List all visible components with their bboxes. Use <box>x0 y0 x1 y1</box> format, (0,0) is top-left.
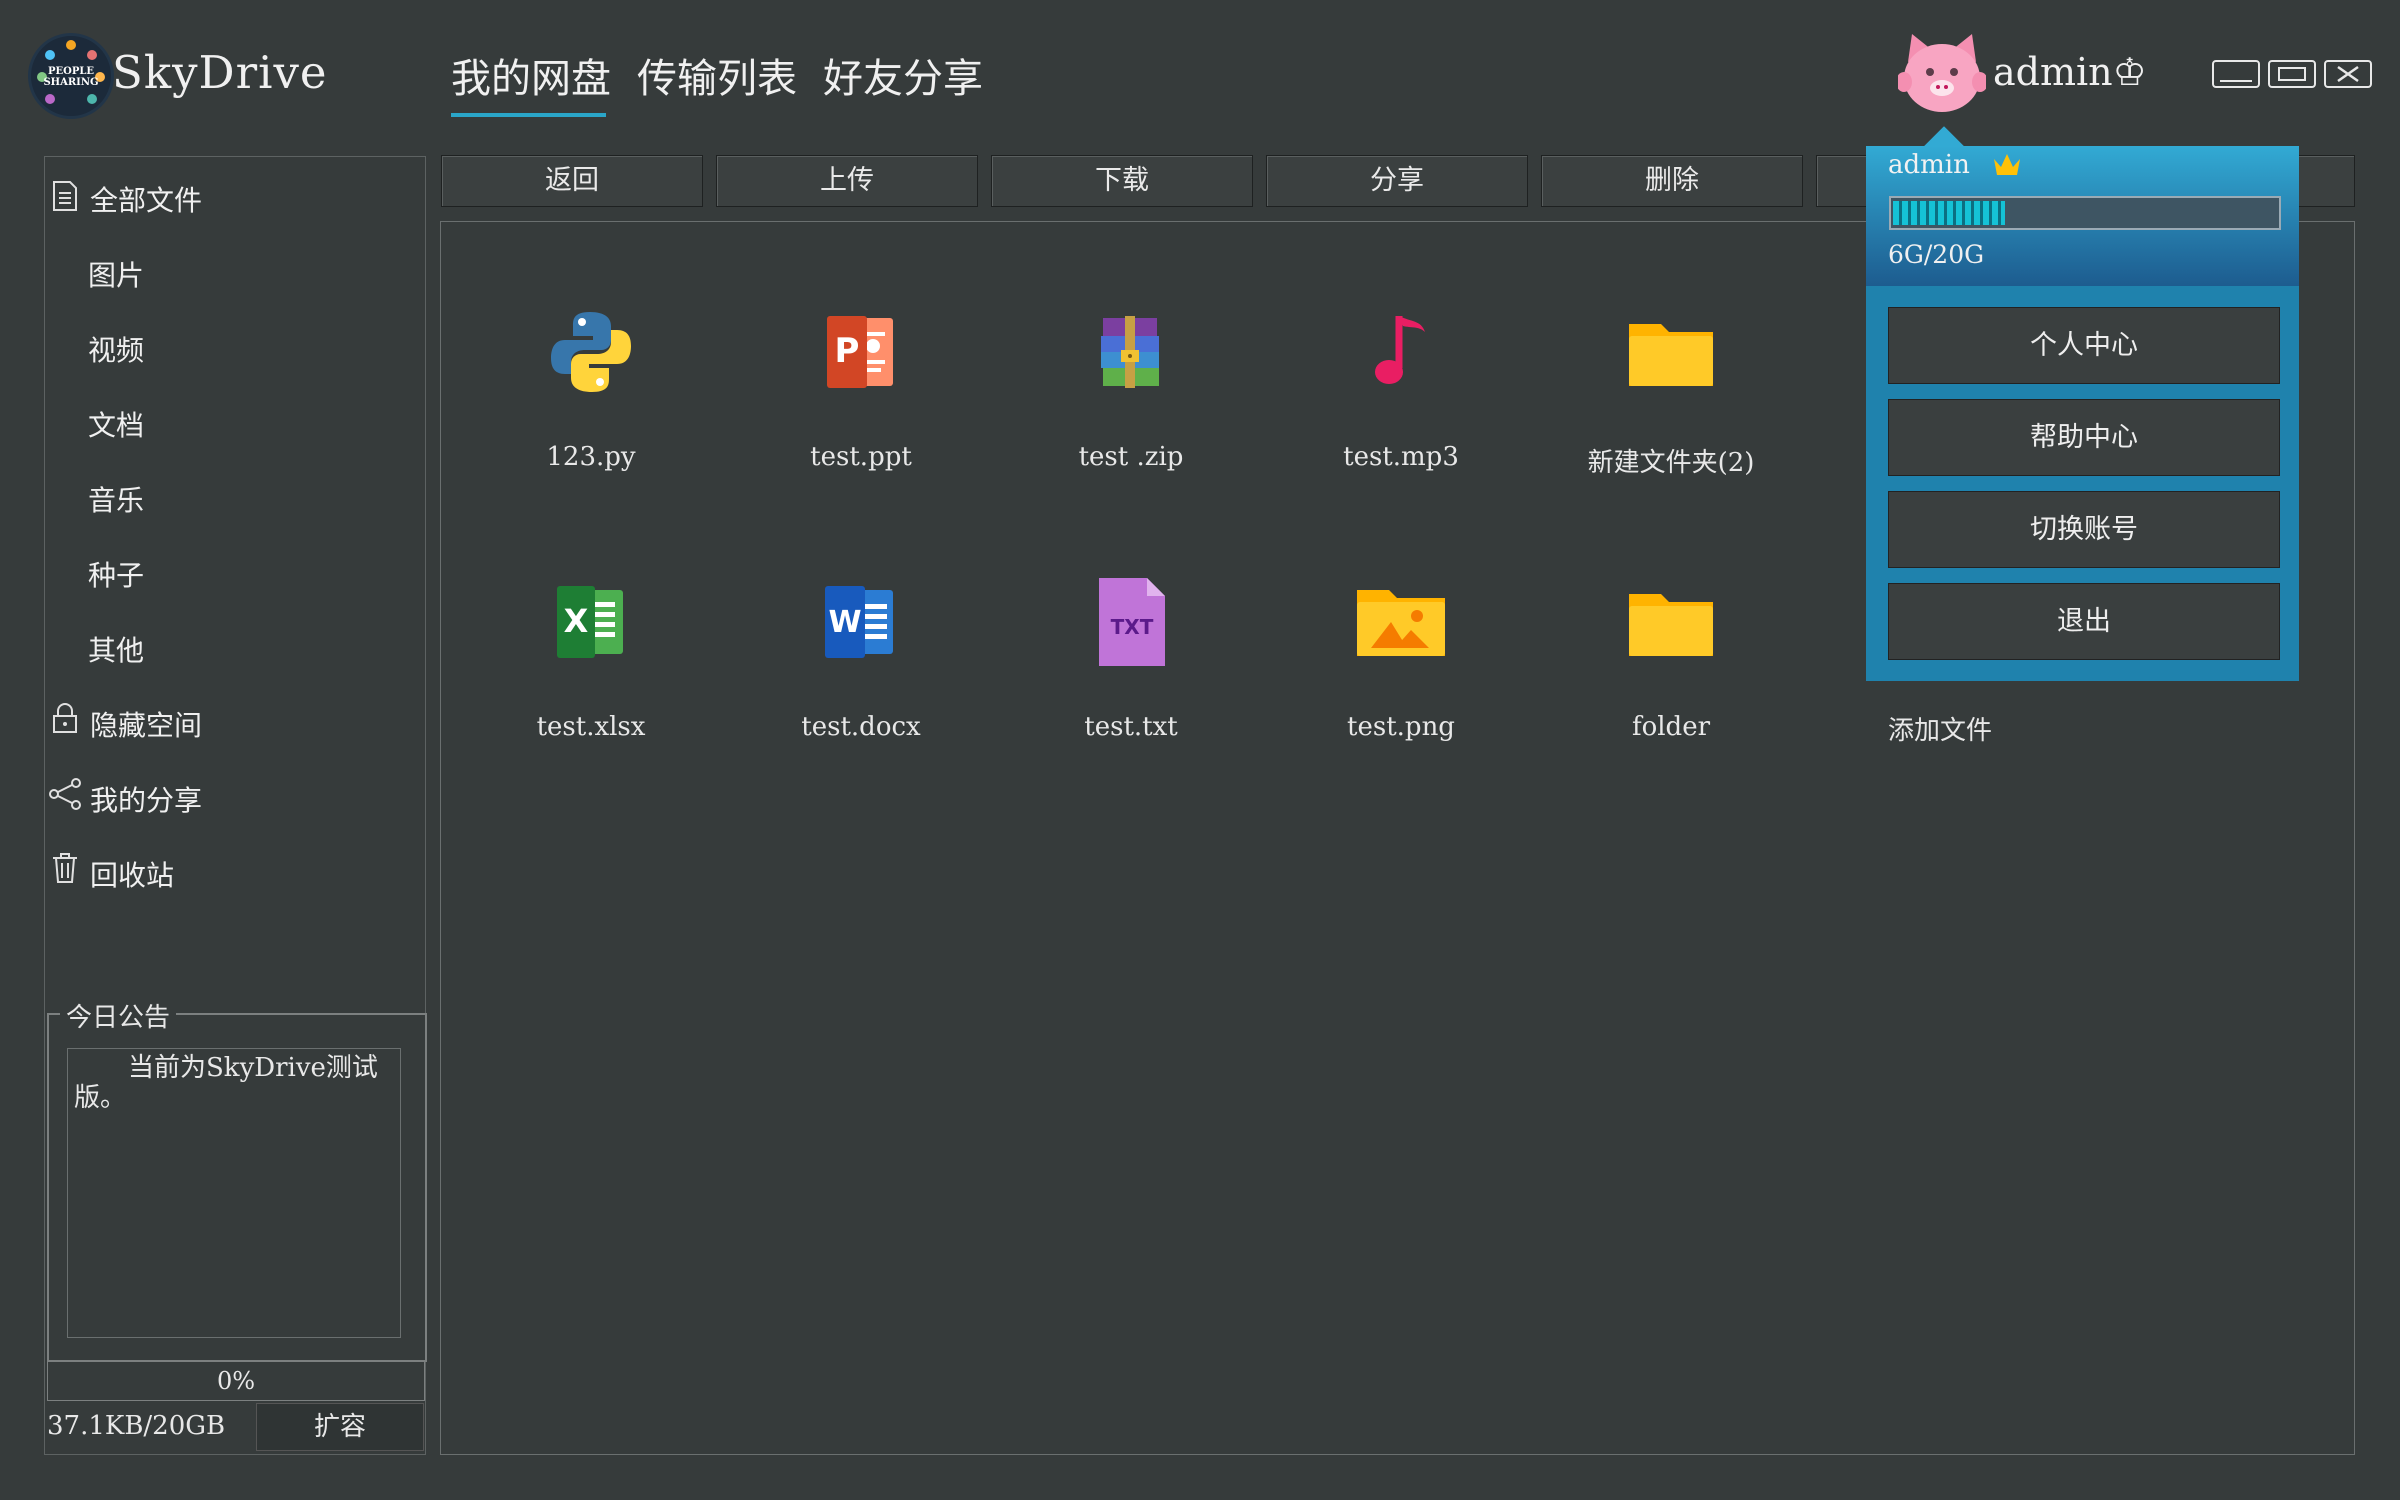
back-button[interactable]: 返回 <box>441 155 703 207</box>
share-button[interactable]: 分享 <box>1266 155 1528 207</box>
file-name: test.xlsx <box>536 712 646 742</box>
file-name: test .zip <box>1078 442 1184 472</box>
file-name: test.png <box>1347 712 1455 742</box>
document-icon <box>53 181 77 211</box>
file-item[interactable]: TXT test.txt <box>1011 572 1251 742</box>
close-icon <box>2337 65 2359 83</box>
add-file-button[interactable]: 添加文件 <box>1888 710 1992 747</box>
storage-used-label: 37.1KB/20GB <box>47 1411 226 1441</box>
svg-text:W: W <box>828 605 861 640</box>
maximize-button[interactable] <box>2268 60 2316 88</box>
logo-text-line1: PEOPLE <box>47 66 95 77</box>
txt-file-icon: TXT <box>1099 578 1165 666</box>
help-center-button[interactable]: 帮助中心 <box>1888 399 2280 476</box>
file-item[interactable]: test.png <box>1281 572 1521 742</box>
svg-text:P: P <box>835 331 860 371</box>
svg-text:X: X <box>564 602 589 640</box>
sidebar-item-recycle-bin[interactable]: 回收站 <box>90 854 174 894</box>
powerpoint-icon: P <box>827 316 893 388</box>
sidebar-item-all-files[interactable]: 全部文件 <box>90 179 202 219</box>
file-name: test.ppt <box>810 442 912 472</box>
sidebar-item-documents[interactable]: 文档 <box>88 404 144 444</box>
app-logo: PEOPLE SHARING <box>28 33 114 119</box>
python-icon <box>551 312 631 392</box>
file-item[interactable]: W test.docx <box>741 572 981 742</box>
profile-center-button[interactable]: 个人中心 <box>1888 307 2280 384</box>
file-item[interactable]: 新建文件夹(2) <box>1551 302 1791 479</box>
minimize-button[interactable] <box>2212 60 2260 88</box>
music-note-icon <box>1375 316 1425 384</box>
tab-friend-share[interactable]: 好友分享 <box>823 46 983 104</box>
dropdown-username: admin <box>1888 150 2022 180</box>
quota-percent: 0% <box>216 1367 256 1395</box>
notice-title: 今日公告 <box>60 997 177 1034</box>
download-button[interactable]: 下载 <box>991 155 1253 207</box>
close-button[interactable] <box>2324 60 2372 88</box>
sidebar-item-my-shares[interactable]: 我的分享 <box>90 779 202 819</box>
file-name: test.mp3 <box>1343 442 1459 472</box>
avatar[interactable] <box>1898 32 1986 116</box>
logo-text-line2: SHARING <box>43 77 99 88</box>
username[interactable]: admin♔ <box>1993 50 2147 94</box>
file-item[interactable]: test.mp3 <box>1281 302 1521 472</box>
folder-icon <box>1629 324 1713 386</box>
logout-button[interactable]: 退出 <box>1888 583 2280 660</box>
dropdown-username-text: admin <box>1888 150 1970 180</box>
maximize-icon <box>2278 67 2306 81</box>
tab-transfer-list[interactable]: 传输列表 <box>637 46 797 104</box>
file-item[interactable]: P test.ppt <box>741 302 981 472</box>
storage-progress-fill <box>1893 201 2006 225</box>
sidebar-item-images[interactable]: 图片 <box>88 254 144 294</box>
file-item[interactable]: 123.py <box>471 302 711 472</box>
file-item[interactable]: test .zip <box>1011 302 1251 472</box>
file-item[interactable]: folder <box>1551 572 1791 742</box>
storage-progress-bar <box>1889 196 2281 230</box>
lock-icon <box>53 703 77 733</box>
switch-account-button[interactable]: 切换账号 <box>1888 491 2280 568</box>
notice-text: 当前为SkyDrive测试版。 <box>67 1048 401 1338</box>
sidebar-item-videos[interactable]: 视频 <box>88 329 144 369</box>
file-name: 123.py <box>546 442 636 472</box>
active-tab-indicator <box>451 113 606 117</box>
quota-progress-bar: 0% <box>47 1361 425 1401</box>
crown-icon <box>1994 154 2021 175</box>
crown-outline-icon: ♔ <box>2112 50 2147 94</box>
expand-storage-button[interactable]: 扩容 <box>256 1403 424 1451</box>
file-name: test.docx <box>801 712 921 742</box>
word-icon: W <box>825 586 893 658</box>
username-text: admin <box>1993 50 2113 94</box>
file-name: test.txt <box>1084 712 1178 742</box>
file-name: folder <box>1631 712 1711 742</box>
image-folder-icon <box>1357 590 1445 656</box>
sidebar-item-torrents[interactable]: 种子 <box>88 554 144 594</box>
tab-my-drive[interactable]: 我的网盘 <box>451 46 611 104</box>
sidebar-item-other[interactable]: 其他 <box>88 629 144 669</box>
txt-badge: TXT <box>1111 615 1154 639</box>
file-item[interactable]: X test.xlsx <box>471 572 711 742</box>
minimize-icon <box>2220 80 2252 82</box>
app-title: SkyDrive <box>112 46 328 99</box>
sidebar-item-music[interactable]: 音乐 <box>88 479 144 519</box>
excel-icon: X <box>557 586 623 658</box>
sidebar-item-hidden-space[interactable]: 隐藏空间 <box>90 704 202 744</box>
upload-button[interactable]: 上传 <box>716 155 978 207</box>
storage-usage-text: 6G/20G <box>1888 240 1985 269</box>
share-icon <box>49 778 81 810</box>
delete-button[interactable]: 删除 <box>1541 155 1803 207</box>
file-name: 新建文件夹(2) <box>1587 448 1755 478</box>
trash-icon <box>53 853 77 883</box>
archive-icon <box>1101 316 1159 388</box>
folder-icon <box>1629 594 1713 656</box>
